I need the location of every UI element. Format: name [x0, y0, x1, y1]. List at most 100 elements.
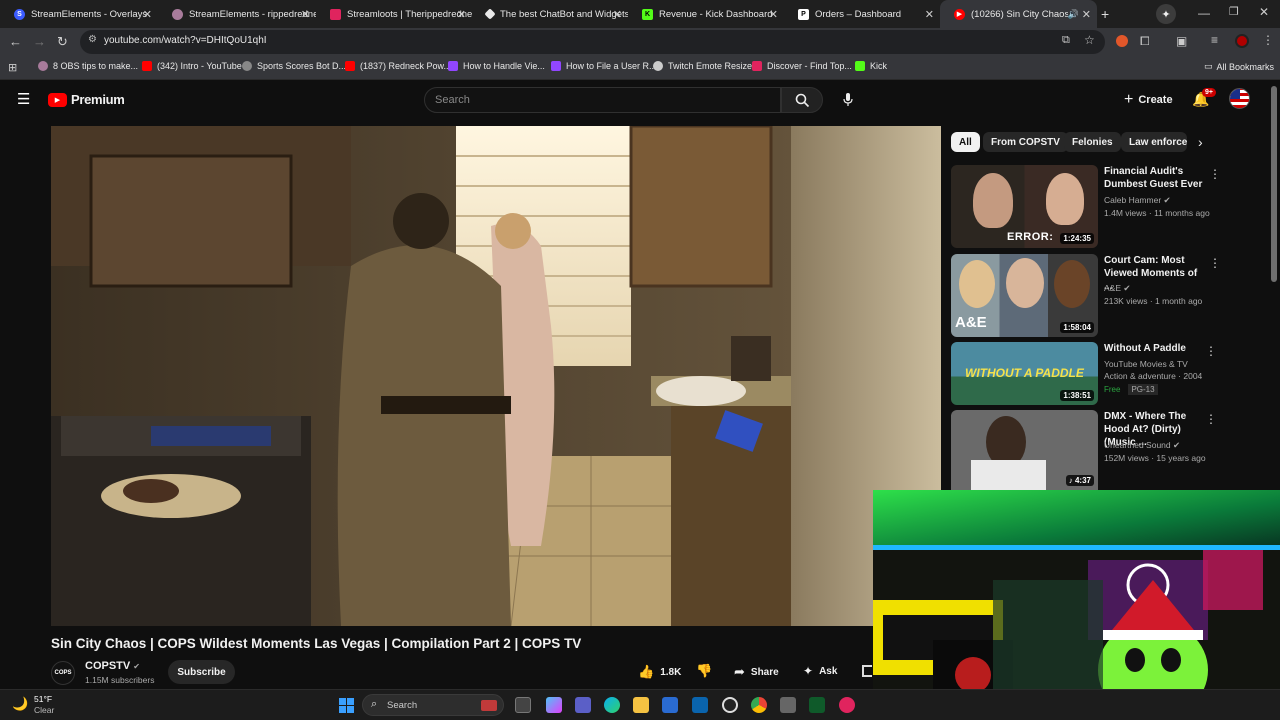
minimize-icon[interactable]: — — [1198, 6, 1210, 20]
teams-icon[interactable] — [575, 697, 591, 713]
search-button[interactable] — [781, 87, 823, 113]
browser-tab[interactable]: The best ChatBot and Widgets ✕ — [472, 0, 628, 28]
channel-avatar[interactable]: COPS — [51, 661, 75, 685]
more-actions-icon[interactable]: ⋮ — [1209, 256, 1221, 270]
hamburger-menu-icon[interactable]: ☰ — [17, 90, 30, 108]
more-actions-icon[interactable]: ⋮ — [1205, 344, 1217, 358]
edge-icon[interactable] — [604, 697, 620, 713]
bookmark-item[interactable]: How to Handle Vie... — [448, 61, 545, 71]
taskbar-search[interactable]: ⌕ Search — [362, 694, 504, 716]
subscribe-button[interactable]: Subscribe — [168, 660, 235, 684]
channel-name[interactable]: Unearthed Sound ✔ — [1104, 440, 1180, 451]
all-bookmarks[interactable]: ▭ All Bookmarks — [1204, 61, 1274, 72]
dislike-button[interactable]: 👎 — [696, 663, 712, 679]
chip-from-copstv[interactable]: From COPSTV — [983, 132, 1068, 152]
close-window-icon[interactable]: ✕ — [1259, 5, 1269, 19]
chrome-icon[interactable] — [751, 697, 767, 713]
page-scrollbar[interactable] — [1271, 86, 1277, 282]
account-avatar[interactable] — [1229, 88, 1250, 109]
app-icon[interactable] — [839, 697, 855, 713]
more-actions-icon[interactable]: ⋮ — [1209, 167, 1221, 181]
bookmark-item[interactable]: (1837) Redneck Pow... — [345, 61, 451, 71]
browser-tab[interactable]: K Revenue - Kick Dashboard ✕ — [628, 0, 784, 28]
app-icon[interactable] — [809, 697, 825, 713]
extensions-puzzle-icon[interactable]: ⧠ — [1140, 34, 1150, 49]
video-title[interactable]: Without A Paddle — [1104, 342, 1204, 355]
bookmark-item[interactable]: Kick — [855, 61, 887, 71]
voice-search-button[interactable] — [836, 88, 860, 112]
app-icon[interactable] — [780, 697, 796, 713]
chevron-right-icon[interactable]: › — [1198, 134, 1203, 150]
apps-grid-icon[interactable]: ⊞ — [8, 61, 17, 74]
browser-tab[interactable]: StreamElements - rippedredne ✕ — [158, 0, 316, 28]
weather-temp[interactable]: 51°F — [34, 694, 52, 704]
video-thumbnail[interactable]: WITHOUT A PADDLE 1:38:51 — [951, 342, 1098, 405]
bookmark-item[interactable]: 8 OBS tips to make... — [38, 61, 138, 71]
outlook-icon[interactable] — [692, 697, 708, 713]
channel-name[interactable]: COPSTV ✔ — [85, 660, 140, 672]
bookmark-star-icon[interactable]: ☆ — [1084, 33, 1095, 47]
gemini-icon[interactable]: ✦ — [1156, 4, 1176, 24]
menu-kebab-icon[interactable]: ⋮ — [1262, 33, 1274, 47]
sidebar-icon[interactable]: ▣ — [1176, 34, 1187, 48]
new-tab-icon[interactable]: + — [1101, 6, 1109, 22]
channel-name[interactable]: Caleb Hammer ✔ — [1104, 195, 1171, 206]
close-tab-icon[interactable]: ✕ — [925, 8, 934, 21]
like-button[interactable]: 👍 1.8K — [638, 664, 681, 680]
reload-icon[interactable]: ↻ — [57, 34, 68, 50]
close-tab-icon[interactable]: ✕ — [1082, 8, 1091, 21]
recommendation-item[interactable]: ERROR: 1:24:35 Financial Audit's Dumbest… — [951, 165, 1221, 250]
back-icon[interactable]: ← — [9, 34, 22, 49]
audio-playing-icon[interactable]: 🔊 — [1068, 9, 1079, 20]
store-icon[interactable] — [662, 697, 678, 713]
recommendation-item[interactable]: WITHOUT A PADDLE 1:38:51 Without A Paddl… — [951, 342, 1221, 407]
share-button[interactable]: ➦ Share — [734, 664, 779, 680]
omnibox[interactable]: ⚙ youtube.com/watch?v=DHItQoU1qhI ⧉ ☆ — [80, 30, 1105, 54]
bookmark-item[interactable]: (342) Intro - YouTube — [142, 61, 242, 71]
task-view-icon[interactable] — [515, 697, 531, 713]
more-actions-icon[interactable]: ⋮ — [1205, 412, 1217, 426]
chip-law-enforcement[interactable]: Law enforce — [1121, 132, 1187, 152]
youtube-logo[interactable]: ▶ Premium — [48, 92, 125, 107]
chip-felonies[interactable]: Felonies — [1064, 132, 1121, 152]
channel-name[interactable]: A&E ✔ — [1104, 283, 1131, 294]
restore-icon[interactable]: ❐ — [1229, 5, 1239, 18]
chip-all[interactable]: All — [951, 132, 980, 152]
video-player[interactable] — [51, 126, 941, 626]
ask-button[interactable]: ✦ Ask — [803, 664, 837, 678]
browser-tab[interactable]: P Orders – Dashboard ✕ — [784, 0, 940, 28]
file-explorer-icon[interactable] — [633, 697, 649, 713]
close-tab-icon[interactable]: ✕ — [613, 8, 622, 21]
close-tab-icon[interactable]: ✕ — [457, 8, 466, 21]
create-button[interactable]: + Create — [1124, 91, 1173, 109]
video-thumbnail[interactable]: A&E 1:58:04 — [951, 254, 1098, 337]
close-tab-icon[interactable]: ✕ — [143, 8, 152, 21]
weather-moon-icon[interactable]: 🌙 — [12, 696, 28, 712]
browser-tab-active[interactable]: ▶ (10266) Sin City Chaos | CO 🔊 ✕ — [940, 0, 1097, 28]
extension-icon[interactable] — [1116, 35, 1128, 47]
video-thumbnail[interactable]: ♪ 4:37 — [951, 410, 1098, 490]
close-tab-icon[interactable]: ✕ — [769, 8, 778, 21]
video-title[interactable]: Financial Audit's Dumbest Guest Ever — [1104, 165, 1204, 191]
recommendation-item[interactable]: ♪ 4:37 DMX - Where The Hood At? (Dirty) … — [951, 410, 1221, 490]
bookmark-item[interactable]: Sports Scores Bot D... — [242, 61, 346, 71]
browser-tab[interactable]: Streamloots | Therippedredne ✕ — [316, 0, 472, 28]
install-app-icon[interactable]: ⧉ — [1062, 34, 1070, 47]
forward-icon[interactable]: → — [33, 34, 46, 49]
profile-avatar[interactable] — [1235, 34, 1249, 48]
video-thumbnail[interactable]: ERROR: 1:24:35 — [951, 165, 1098, 248]
close-tab-icon[interactable]: ✕ — [301, 8, 310, 21]
save-icon[interactable] — [862, 665, 872, 677]
site-info-icon[interactable]: ⚙ — [88, 34, 97, 45]
notifications-button[interactable]: 🔔 9+ — [1192, 88, 1216, 109]
copilot-icon[interactable] — [546, 697, 562, 713]
bookmark-item[interactable]: Discover - Find Top... — [752, 61, 852, 71]
bookmark-item[interactable]: Twitch Emote Resizer — [653, 61, 755, 71]
browser-tab[interactable]: S StreamElements - Overlays ✕ — [0, 0, 158, 28]
media-controls-icon[interactable]: ≡ — [1211, 33, 1218, 47]
bookmark-item[interactable]: How to File a User R... — [551, 61, 657, 71]
obs-icon[interactable] — [722, 697, 738, 713]
recommendation-item[interactable]: A&E 1:58:04 Court Cam: Most Viewed Momen… — [951, 254, 1221, 339]
channel-name[interactable]: YouTube Movies & TV — [1104, 359, 1188, 369]
search-input[interactable]: Search — [424, 87, 781, 113]
